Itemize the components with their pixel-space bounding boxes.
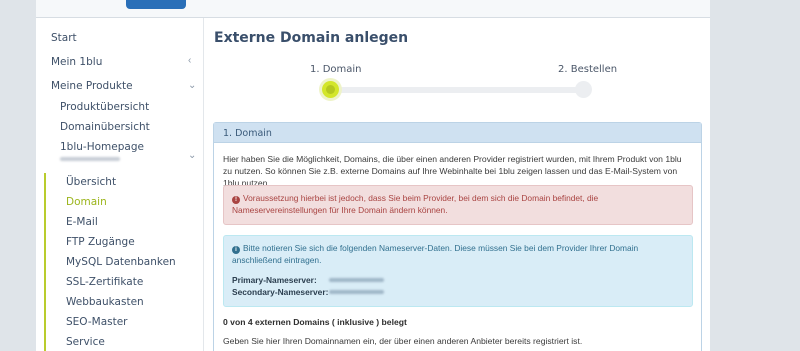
warning-text: Voraussetzung hierbei ist jedoch, dass S…: [232, 193, 599, 215]
sidebar-item-uebersicht[interactable]: Übersicht: [66, 176, 116, 188]
sidebar-item-service[interactable]: Service: [66, 336, 105, 348]
chevron-left-icon[interactable]: ‹: [188, 55, 191, 66]
sidebar-item-produktuebersicht[interactable]: Produktübersicht: [60, 101, 149, 113]
submenu-indicator: [44, 173, 46, 351]
warning-alert: ! Voraussetzung hierbei ist jedoch, dass …: [223, 185, 693, 225]
domain-input-hint: Geben Sie hier Ihren Domainnamen ein, de…: [223, 336, 583, 346]
step-2-indicator: [575, 81, 592, 98]
info-text: Bitte notieren Sie sich die folgenden Na…: [232, 243, 639, 265]
sidebar-item-homepage[interactable]: 1blu-Homepage: [60, 141, 144, 153]
sidebar-item-email[interactable]: E-Mail: [66, 216, 98, 228]
sidebar-item-mysql[interactable]: MySQL Datenbanken: [66, 256, 176, 268]
info-icon: i: [232, 246, 240, 254]
progress-track: [327, 87, 587, 93]
1blu-logo[interactable]: [126, 0, 186, 9]
step-2-label: 2. Bestellen: [558, 64, 618, 75]
info-alert: i Bitte notieren Sie sich die folgenden N…: [223, 235, 693, 307]
step-1-label: 1. Domain: [310, 64, 362, 75]
redacted-homepage-id: [60, 157, 120, 161]
sidebar-nav: Start Mein 1blu ‹ Meine Produkte ⌄ Produ…: [36, 18, 204, 351]
sidebar-item-ssl[interactable]: SSL-Zertifikate: [66, 276, 143, 288]
primary-nameserver-label: Primary-Nameserver:: [232, 275, 317, 285]
sidebar-item-ftp[interactable]: FTP Zugänge: [66, 236, 135, 248]
chevron-down-icon[interactable]: ⌄: [188, 80, 196, 91]
redacted-primary-nameserver: [329, 278, 384, 282]
domain-panel: 1. Domain Hier haben Sie die Möglichkeit…: [213, 122, 702, 351]
sidebar-item-seo-master[interactable]: SEO-Master: [66, 316, 128, 328]
domain-count: 0 von 4 externen Domains ( inklusive ) b…: [223, 317, 407, 327]
sidebar-item-mein-1blu[interactable]: Mein 1blu: [51, 56, 102, 68]
exclamation-icon: !: [232, 196, 240, 204]
main-content: Externe Domain anlegen 1. Domain 2. Best…: [204, 18, 710, 351]
intro-text: Hier haben Sie die Möglichkeit, Domains,…: [223, 154, 682, 188]
sidebar-item-domainuebersicht[interactable]: Domainübersicht: [60, 121, 150, 133]
page-container: Start Mein 1blu ‹ Meine Produkte ⌄ Produ…: [36, 18, 710, 351]
top-bar: [36, 0, 710, 18]
chevron-down-icon[interactable]: ⌄: [188, 150, 196, 161]
redacted-secondary-nameserver: [329, 290, 384, 294]
secondary-nameserver-label: Secondary-Nameserver:: [232, 287, 329, 297]
step-1-indicator: [322, 81, 339, 98]
sidebar-item-start[interactable]: Start: [51, 32, 77, 44]
page-title: Externe Domain anlegen: [214, 30, 409, 46]
sidebar-item-domain[interactable]: Domain: [66, 196, 107, 208]
sidebar-item-meine-produkte[interactable]: Meine Produkte: [51, 80, 133, 92]
panel-title: 1. Domain: [214, 123, 701, 143]
sidebar-item-webbaukasten[interactable]: Webbaukasten: [66, 296, 144, 308]
